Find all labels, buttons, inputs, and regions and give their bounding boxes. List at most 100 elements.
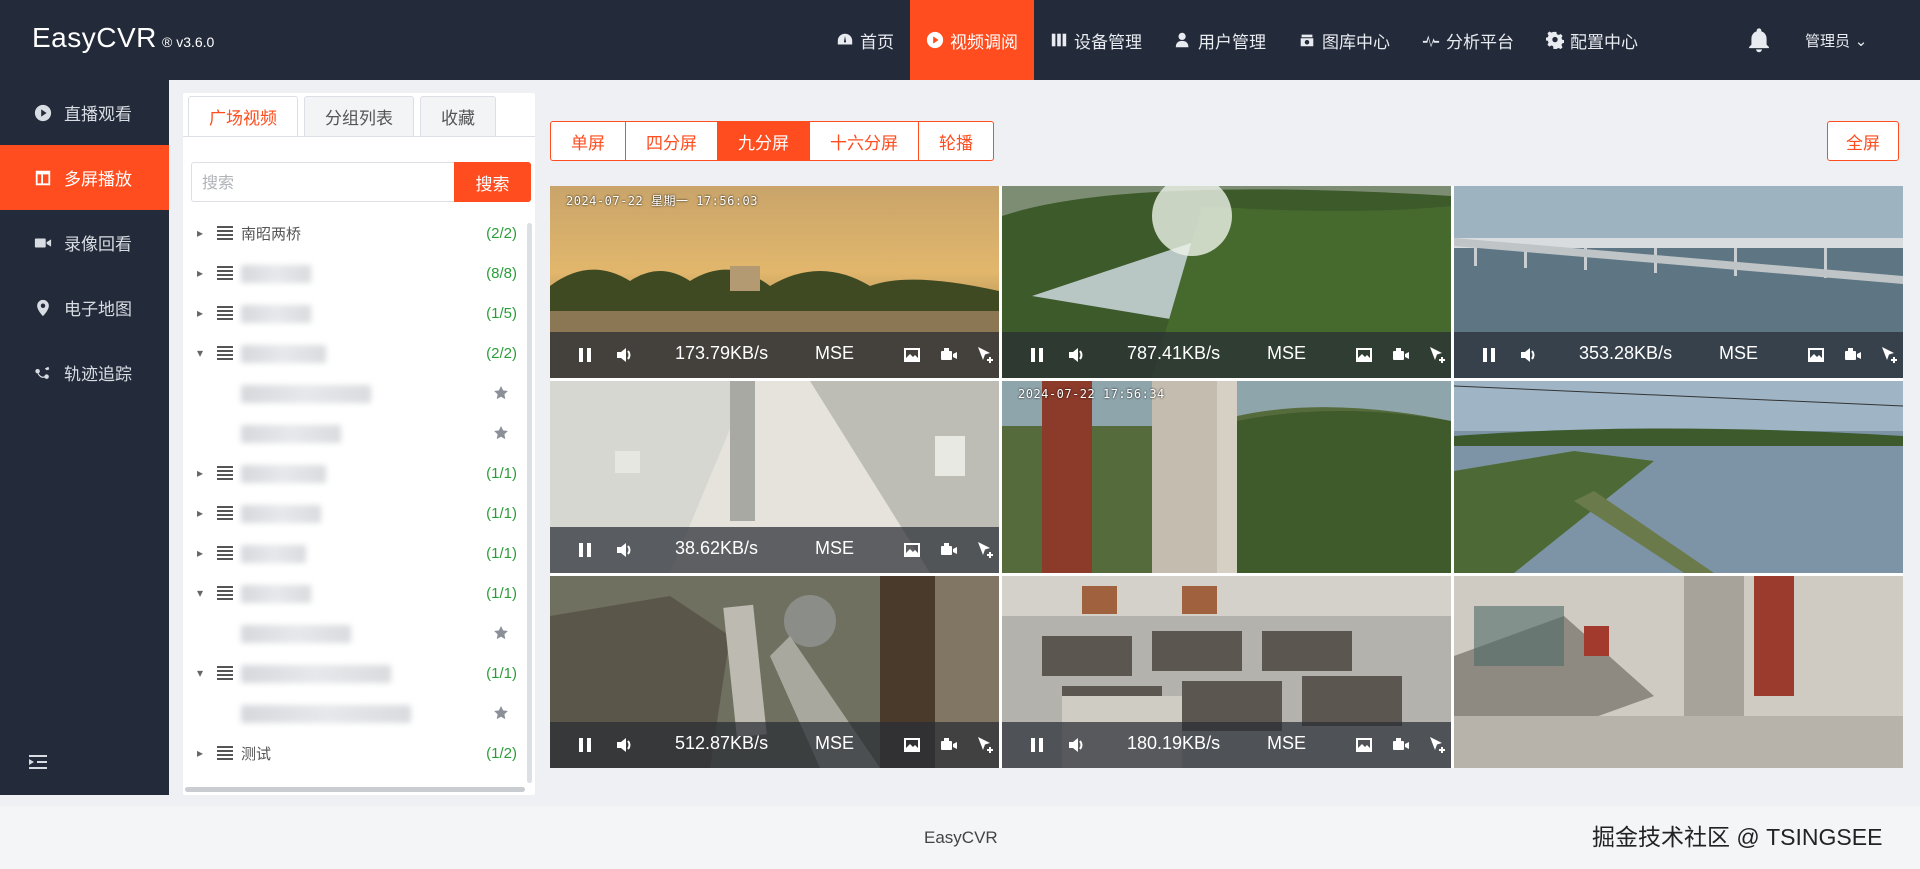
tree-scrollbar-vertical[interactable]	[527, 223, 532, 783]
search-input[interactable]	[191, 162, 454, 202]
star-icon[interactable]	[493, 625, 509, 641]
snapshot-icon[interactable]	[902, 735, 922, 755]
nav-users[interactable]: 用户管理	[1158, 0, 1282, 80]
collapse-menu-icon[interactable]	[26, 750, 50, 774]
expand-arrow-icon[interactable]: ▾	[197, 666, 209, 680]
app-logo[interactable]: EasyCVR	[32, 22, 157, 54]
snapshot-icon[interactable]	[1354, 345, 1374, 365]
ptz-cursor-icon[interactable]	[1427, 735, 1447, 755]
tab-favorites[interactable]: 收藏	[420, 96, 496, 136]
video-player[interactable]: 512.87KB/s MSE	[550, 576, 999, 768]
nav-devices[interactable]: 设备管理	[1034, 0, 1158, 80]
tab-plaza-video[interactable]: 广场视频	[188, 96, 298, 136]
pause-icon[interactable]	[1027, 735, 1047, 755]
tree-group-row[interactable]: ▾ (1/1)	[183, 653, 529, 693]
user-menu[interactable]: 管理员 ⌄	[1805, 30, 1867, 51]
tabs-divider	[183, 136, 535, 137]
volume-icon[interactable]	[1067, 735, 1087, 755]
record-icon[interactable]	[1391, 345, 1411, 365]
record-icon[interactable]	[939, 735, 959, 755]
video-player[interactable]: 38.62KB/s MSE	[550, 381, 999, 573]
volume-icon[interactable]	[615, 345, 635, 365]
tree-group-row[interactable]: ▸ (1/5)	[183, 293, 529, 333]
bell-icon[interactable]	[1745, 26, 1773, 54]
tree-item-count: (1/1)	[486, 464, 517, 482]
tree-group-row[interactable]: ▸ (1/1)	[183, 533, 529, 573]
expand-arrow-icon[interactable]: ▸	[197, 746, 209, 760]
nav-home[interactable]: 首页	[820, 0, 910, 80]
tree-group-row[interactable]: ▾ (2/2)	[183, 333, 529, 373]
volume-icon[interactable]	[615, 540, 635, 560]
volume-icon[interactable]	[1067, 345, 1087, 365]
snapshot-icon[interactable]	[1354, 735, 1374, 755]
nav-config[interactable]: 配置中心	[1530, 0, 1654, 80]
expand-arrow-icon[interactable]: ▸	[197, 546, 209, 560]
tab-group-list[interactable]: 分组列表	[304, 96, 414, 136]
pause-icon[interactable]	[575, 735, 595, 755]
tree-group-row[interactable]: ▸ (8/8)	[183, 253, 529, 293]
ptz-cursor-icon[interactable]	[1879, 345, 1899, 365]
record-icon[interactable]	[939, 540, 959, 560]
video-player[interactable]: 180.19KB/s MSE	[1002, 576, 1451, 768]
expand-arrow-icon[interactable]: ▸	[197, 466, 209, 480]
snapshot-icon[interactable]	[902, 540, 922, 560]
sidebar-item-multiscreen[interactable]: 多屏播放	[0, 145, 169, 210]
expand-arrow-icon[interactable]: ▾	[197, 586, 209, 600]
pause-icon[interactable]	[575, 345, 595, 365]
record-icon[interactable]	[1843, 345, 1863, 365]
nav-analysis[interactable]: 分析平台	[1406, 0, 1530, 80]
tree-scrollbar-horizontal[interactable]	[185, 787, 525, 792]
tree-channel-row[interactable]	[183, 693, 529, 733]
layout-single-button[interactable]: 单屏	[550, 121, 626, 161]
expand-arrow-icon[interactable]: ▸	[197, 266, 209, 280]
volume-icon[interactable]	[615, 735, 635, 755]
tree-group-row[interactable]: ▸ 南昭两桥 (2/2)	[183, 213, 529, 253]
sidebar-item-live[interactable]: 直播观看	[0, 80, 169, 145]
expand-arrow-icon[interactable]: ▸	[197, 226, 209, 240]
sidebar-item-track[interactable]: 轨迹追踪	[0, 340, 169, 405]
ptz-cursor-icon[interactable]	[975, 735, 995, 755]
tree-group-row[interactable]: ▾ (1/1)	[183, 573, 529, 613]
tree-channel-row[interactable]	[183, 373, 529, 413]
snapshot-icon[interactable]	[1806, 345, 1826, 365]
search-button[interactable]: 搜索	[454, 162, 531, 202]
star-icon[interactable]	[493, 385, 509, 401]
video-player[interactable]: 2024-07-22 星期一 17:56:03 173.79KB/s MSE	[550, 186, 999, 378]
ptz-cursor-icon[interactable]	[1427, 345, 1447, 365]
video-player[interactable]	[1454, 381, 1903, 573]
video-player[interactable]: 353.28KB/s MSE	[1454, 186, 1903, 378]
expand-arrow-icon[interactable]: ▸	[197, 506, 209, 520]
fullscreen-button[interactable]: 全屏	[1827, 121, 1899, 161]
tree-channel-row[interactable]	[183, 413, 529, 453]
video-player[interactable]	[1454, 576, 1903, 768]
volume-icon[interactable]	[1519, 345, 1539, 365]
sidebar-item-playback[interactable]: 录像回看	[0, 210, 169, 275]
layout-nine-button[interactable]: 九分屏	[718, 121, 810, 161]
video-player[interactable]: 787.41KB/s MSE	[1002, 186, 1451, 378]
ptz-cursor-icon[interactable]	[975, 540, 995, 560]
nav-video[interactable]: 视频调阅	[910, 0, 1034, 80]
tree-group-row[interactable]: ▸ 测试 (1/2)	[183, 733, 529, 773]
tree-group-row[interactable]: ▸ (1/1)	[183, 453, 529, 493]
expand-arrow-icon[interactable]: ▾	[197, 346, 209, 360]
tree-channel-row[interactable]	[183, 613, 529, 653]
layout-sixteen-button[interactable]: 十六分屏	[810, 121, 919, 161]
expand-arrow-icon[interactable]: ▸	[197, 306, 209, 320]
star-icon[interactable]	[493, 705, 509, 721]
top-bar: EasyCVR ® v3.6.0 首页 视频调阅 设备管理 用户管理 图库中心 …	[0, 0, 1920, 80]
tree-group-row[interactable]: ▸ (1/1)	[183, 493, 529, 533]
record-icon[interactable]	[939, 345, 959, 365]
snapshot-icon[interactable]	[902, 345, 922, 365]
record-icon[interactable]	[1391, 735, 1411, 755]
pause-icon[interactable]	[575, 540, 595, 560]
sidebar-item-map[interactable]: 电子地图	[0, 275, 169, 340]
star-icon[interactable]	[493, 425, 509, 441]
ptz-cursor-icon[interactable]	[975, 345, 995, 365]
pause-icon[interactable]	[1027, 345, 1047, 365]
nav-gallery[interactable]: 图库中心	[1282, 0, 1406, 80]
pause-icon[interactable]	[1479, 345, 1499, 365]
layout-carousel-button[interactable]: 轮播	[919, 121, 994, 161]
layout-quad-button[interactable]: 四分屏	[626, 121, 718, 161]
bitrate-label: 353.28KB/s	[1579, 343, 1673, 363]
video-player[interactable]: 2024-07-22 17:56:34	[1002, 381, 1451, 573]
